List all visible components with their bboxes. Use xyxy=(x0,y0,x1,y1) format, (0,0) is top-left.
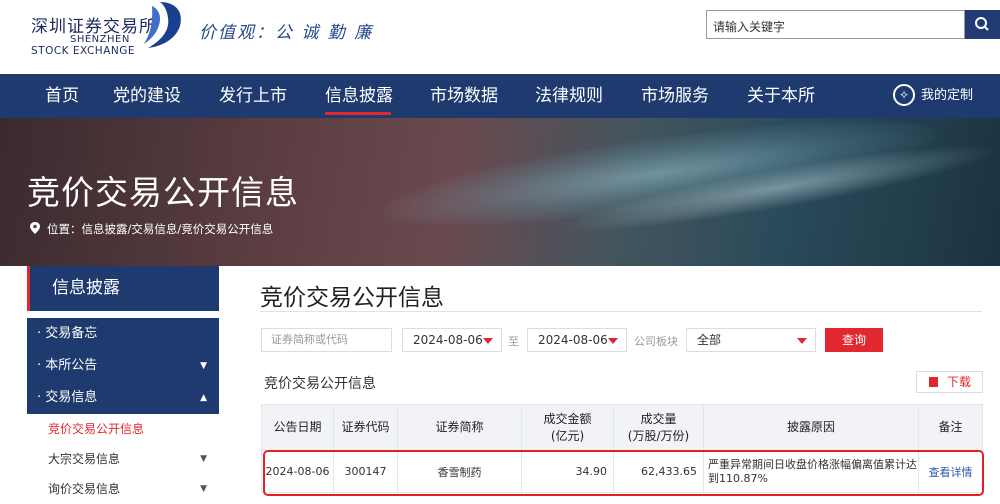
col-header-amount[interactable]: 成交金额 (亿元) xyxy=(521,404,614,451)
section-subtitle: 竞价交易公开信息 xyxy=(264,376,376,392)
sidebar-subitem-inquiry-trade[interactable]: 询价交易信息 ▼ xyxy=(27,474,219,504)
nav-item-listing[interactable]: 发行上市 xyxy=(219,74,287,118)
date-range-separator: 至 xyxy=(508,335,519,348)
slogan: 价值观：公 诚 勤 廉 xyxy=(199,23,374,43)
search-button[interactable] xyxy=(965,10,1000,39)
page-banner: 竞价交易公开信息 位置：信息披露/交易信息/竞价交易公开信息 xyxy=(0,118,1000,266)
sidebar-item-label: 交易信息 xyxy=(45,390,98,405)
nav-item-about[interactable]: 关于本所 xyxy=(747,74,815,118)
col-header-note[interactable]: 备注 xyxy=(918,404,983,451)
query-button[interactable]: 查询 xyxy=(825,328,883,352)
logo-english-line1: SHENZHEN xyxy=(70,34,130,45)
nav-item-market-data[interactable]: 市场数据 xyxy=(430,74,498,118)
logo-english-line2: STOCK EXCHANGE xyxy=(31,45,135,57)
chevron-up-icon: ▲ xyxy=(200,393,207,403)
sidebar-subitem-label: 询价交易信息 xyxy=(48,482,121,496)
dropdown-arrow-icon xyxy=(797,338,807,344)
board-label: 公司板块 xyxy=(634,335,678,348)
end-date-select[interactable]: 2024-08-06 xyxy=(527,328,627,352)
banner-title: 竞价交易公开信息 xyxy=(27,173,299,212)
start-date-select[interactable]: 2024-08-06 xyxy=(402,328,502,352)
chevron-down-icon: ▼ xyxy=(200,484,207,494)
sidebar-item-trading-memo[interactable]: · 交易备忘 xyxy=(27,318,219,350)
start-date-value: 2024-08-06 xyxy=(413,333,483,347)
col-header-volume[interactable]: 成交量 (万股/万份) xyxy=(613,404,704,451)
nav-item-home[interactable]: 首页 xyxy=(45,74,79,118)
main-nav: 首页 党的建设 发行上市 信息披露 市场数据 法律规则 市场服务 关于本所 ✧ … xyxy=(0,74,1000,118)
col-header-name[interactable]: 证券简称 xyxy=(397,404,522,451)
my-custom-label: 我的定制 xyxy=(921,88,974,103)
sidebar-menu: · 交易备忘 · 本所公告 ▼ · 交易信息 ▲ xyxy=(27,318,219,414)
sidebar-item-announcements[interactable]: · 本所公告 ▼ xyxy=(27,350,219,382)
row-highlight-annotation xyxy=(263,450,984,496)
sidebar-title: 信息披露 xyxy=(27,266,219,311)
title-divider xyxy=(260,311,982,312)
nav-item-rules[interactable]: 法律规则 xyxy=(535,74,603,118)
col-header-reason[interactable]: 披露原因 xyxy=(703,404,919,451)
board-value: 全部 xyxy=(697,333,722,347)
download-button[interactable]: 下载 xyxy=(916,371,983,393)
col-header-date[interactable]: 公告日期 xyxy=(261,404,334,451)
sidebar-subitem-auction-info[interactable]: 竞价交易公开信息 xyxy=(27,414,219,444)
code-search-input[interactable]: 证券简称或代码 xyxy=(261,328,392,352)
table-header-row: 公告日期 证券代码 证券简称 成交金额 (亿元) 成交量 (万股/万份) 披露原… xyxy=(261,404,983,451)
search-icon xyxy=(975,17,989,31)
excel-file-icon xyxy=(929,377,938,387)
chevron-down-icon: ▼ xyxy=(200,454,207,464)
dropdown-arrow-icon xyxy=(483,338,493,344)
nav-active-indicator xyxy=(325,112,391,115)
breadcrumb-text[interactable]: 位置：信息披露/交易信息/竞价交易公开信息 xyxy=(47,221,273,237)
dropdown-arrow-icon xyxy=(608,338,618,344)
col-header-code[interactable]: 证券代码 xyxy=(333,404,398,451)
szse-logo-icon[interactable] xyxy=(140,0,188,48)
site-header: 深圳证券交易所 SHENZHEN STOCK EXCHANGE 价值观：公 诚 … xyxy=(0,0,1000,74)
nav-item-party[interactable]: 党的建设 xyxy=(113,74,181,118)
sidebar: 信息披露 · 交易备忘 · 本所公告 ▼ · 交易信息 ▲ 竞价交易公开信息 大… xyxy=(27,266,219,501)
download-label: 下载 xyxy=(947,375,972,389)
search-input[interactable]: 请输入关键字 xyxy=(706,10,965,39)
sidebar-subitem-label: 大宗交易信息 xyxy=(48,452,121,466)
star-circle-icon: ✧ xyxy=(893,84,915,106)
end-date-value: 2024-08-06 xyxy=(538,333,608,347)
page-title: 竞价交易公开信息 xyxy=(260,285,444,311)
sidebar-item-label: 交易备忘 xyxy=(45,326,98,341)
location-pin-icon xyxy=(30,222,40,234)
sidebar-item-trading-info[interactable]: · 交易信息 ▲ xyxy=(27,382,219,414)
sidebar-item-label: 本所公告 xyxy=(45,358,98,373)
chevron-down-icon: ▼ xyxy=(200,361,207,371)
nav-item-services[interactable]: 市场服务 xyxy=(641,74,709,118)
board-select[interactable]: 全部 xyxy=(686,328,816,352)
sidebar-subitem-block-trade[interactable]: 大宗交易信息 ▼ xyxy=(27,444,219,474)
